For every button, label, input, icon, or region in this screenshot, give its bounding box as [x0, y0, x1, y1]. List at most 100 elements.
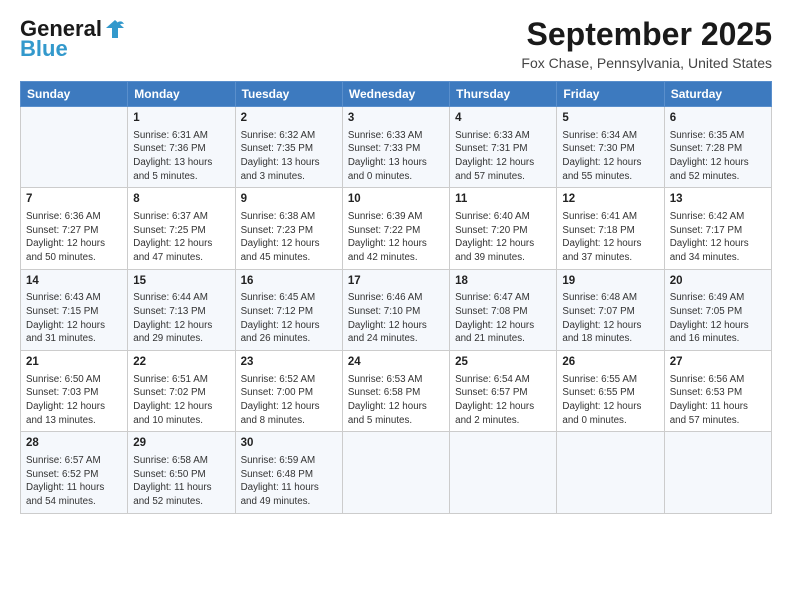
cell-content: Sunrise: 6:32 AM Sunset: 7:35 PM Dayligh… — [241, 129, 337, 184]
cell-content: Sunrise: 6:36 AM Sunset: 7:27 PM Dayligh… — [26, 210, 122, 265]
cell-content: Sunrise: 6:49 AM Sunset: 7:05 PM Dayligh… — [670, 291, 766, 346]
day-number: 7 — [26, 192, 122, 208]
calendar-cell: 4Sunrise: 6:33 AM Sunset: 7:31 PM Daylig… — [450, 107, 557, 188]
day-number: 25 — [455, 355, 551, 371]
calendar-cell: 14Sunrise: 6:43 AM Sunset: 7:15 PM Dayli… — [21, 269, 128, 350]
calendar-cell — [557, 432, 664, 513]
cell-content: Sunrise: 6:38 AM Sunset: 7:23 PM Dayligh… — [241, 210, 337, 265]
calendar-cell: 30 Sunrise: 6:59 AM Sunset: 6:48 PM Dayli… — [235, 432, 342, 513]
day-number: 19 — [562, 274, 658, 290]
calendar-cell: 20Sunrise: 6:49 AM Sunset: 7:05 PM Dayli… — [664, 269, 771, 350]
calendar-cell: 17Sunrise: 6:46 AM Sunset: 7:10 PM Dayli… — [342, 269, 449, 350]
cell-content: Sunrise: 6:52 AM Sunset: 7:00 PM Dayligh… — [241, 373, 337, 428]
calendar-cell — [342, 432, 449, 513]
day-number: 8 — [133, 192, 229, 208]
calendar-table: SundayMondayTuesdayWednesdayThursdayFrid… — [20, 81, 772, 514]
calendar-cell: 21Sunrise: 6:50 AM Sunset: 7:03 PM Dayli… — [21, 350, 128, 431]
calendar-cell: 10 Sunrise: 6:39 AM Sunset: 7:22 PM Dayli… — [342, 188, 449, 269]
calendar-cell: 25Sunrise: 6:54 AM Sunset: 6:57 PM Dayli… — [450, 350, 557, 431]
month-title: September 2025 — [521, 16, 772, 53]
calendar-cell: 5 Sunrise: 6:34 AM Sunset: 7:30 PM Daylig… — [557, 107, 664, 188]
cell-content: Sunrise: 6:31 AM Sunset: 7:36 PM Dayligh… — [133, 129, 229, 184]
cell-content: Sunrise: 6:42 AM Sunset: 7:17 PM Dayligh… — [670, 210, 766, 265]
cell-content: Sunrise: 6:34 AM Sunset: 7:30 PM Dayligh… — [562, 129, 658, 184]
calendar-cell: 12Sunrise: 6:41 AM Sunset: 7:18 PM Dayli… — [557, 188, 664, 269]
day-number: 20 — [670, 274, 766, 290]
calendar-cell: 8 Sunrise: 6:37 AM Sunset: 7:25 PM Daylig… — [128, 188, 235, 269]
day-number: 14 — [26, 274, 122, 290]
header-sunday: Sunday — [21, 82, 128, 107]
day-number: 5 — [562, 111, 658, 127]
cell-content: Sunrise: 6:53 AM Sunset: 6:58 PM Dayligh… — [348, 373, 444, 428]
day-number: 27 — [670, 355, 766, 371]
day-number: 28 — [26, 436, 122, 452]
day-number: 16 — [241, 274, 337, 290]
day-number: 30 — [241, 436, 337, 452]
cell-content: Sunrise: 6:47 AM Sunset: 7:08 PM Dayligh… — [455, 291, 551, 346]
calendar-cell: 13 Sunrise: 6:42 AM Sunset: 7:17 PM Dayli… — [664, 188, 771, 269]
header-tuesday: Tuesday — [235, 82, 342, 107]
calendar-cell: 26 Sunrise: 6:55 AM Sunset: 6:55 PM Dayli… — [557, 350, 664, 431]
day-number: 23 — [241, 355, 337, 371]
day-number: 15 — [133, 274, 229, 290]
cell-content: Sunrise: 6:46 AM Sunset: 7:10 PM Dayligh… — [348, 291, 444, 346]
page-header: General Blue September 2025 Fox Chase, P… — [20, 16, 772, 71]
day-number: 10 — [348, 192, 444, 208]
calendar-cell: 9 Sunrise: 6:38 AM Sunset: 7:23 PM Daylig… — [235, 188, 342, 269]
calendar-cell: 7 Sunrise: 6:36 AM Sunset: 7:27 PM Daylig… — [21, 188, 128, 269]
day-number: 3 — [348, 111, 444, 127]
cell-content: Sunrise: 6:58 AM Sunset: 6:50 PM Dayligh… — [133, 454, 229, 509]
day-number: 13 — [670, 192, 766, 208]
cell-content: Sunrise: 6:41 AM Sunset: 7:18 PM Dayligh… — [562, 210, 658, 265]
cell-content: Sunrise: 6:55 AM Sunset: 6:55 PM Dayligh… — [562, 373, 658, 428]
week-row-4: 21Sunrise: 6:50 AM Sunset: 7:03 PM Dayli… — [21, 350, 772, 431]
cell-content: Sunrise: 6:59 AM Sunset: 6:48 PM Dayligh… — [241, 454, 337, 509]
week-row-3: 14Sunrise: 6:43 AM Sunset: 7:15 PM Dayli… — [21, 269, 772, 350]
cell-content: Sunrise: 6:33 AM Sunset: 7:33 PM Dayligh… — [348, 129, 444, 184]
calendar-cell: 1Sunrise: 6:31 AM Sunset: 7:36 PM Daylig… — [128, 107, 235, 188]
day-number: 21 — [26, 355, 122, 371]
location: Fox Chase, Pennsylvania, United States — [521, 55, 772, 71]
day-number: 2 — [241, 111, 337, 127]
day-number: 6 — [670, 111, 766, 127]
cell-content: Sunrise: 6:51 AM Sunset: 7:02 PM Dayligh… — [133, 373, 229, 428]
day-number: 17 — [348, 274, 444, 290]
calendar-cell — [664, 432, 771, 513]
day-number: 9 — [241, 192, 337, 208]
calendar-cell: 2 Sunrise: 6:32 AM Sunset: 7:35 PM Daylig… — [235, 107, 342, 188]
cell-content: Sunrise: 6:35 AM Sunset: 7:28 PM Dayligh… — [670, 129, 766, 184]
header-monday: Monday — [128, 82, 235, 107]
day-number: 26 — [562, 355, 658, 371]
day-number: 29 — [133, 436, 229, 452]
calendar-cell: 22Sunrise: 6:51 AM Sunset: 7:02 PM Dayli… — [128, 350, 235, 431]
cell-content: Sunrise: 6:43 AM Sunset: 7:15 PM Dayligh… — [26, 291, 122, 346]
logo: General Blue — [20, 16, 126, 62]
calendar-cell: 16Sunrise: 6:45 AM Sunset: 7:12 PM Dayli… — [235, 269, 342, 350]
calendar-cell: 28 Sunrise: 6:57 AM Sunset: 6:52 PM Dayli… — [21, 432, 128, 513]
day-number: 18 — [455, 274, 551, 290]
calendar-cell: 19Sunrise: 6:48 AM Sunset: 7:07 PM Dayli… — [557, 269, 664, 350]
calendar-cell: 11Sunrise: 6:40 AM Sunset: 7:20 PM Dayli… — [450, 188, 557, 269]
header-friday: Friday — [557, 82, 664, 107]
header-wednesday: Wednesday — [342, 82, 449, 107]
calendar-cell: 15Sunrise: 6:44 AM Sunset: 7:13 PM Dayli… — [128, 269, 235, 350]
calendar-cell: 6 Sunrise: 6:35 AM Sunset: 7:28 PM Daylig… — [664, 107, 771, 188]
cell-content: Sunrise: 6:48 AM Sunset: 7:07 PM Dayligh… — [562, 291, 658, 346]
calendar-cell: 18Sunrise: 6:47 AM Sunset: 7:08 PM Dayli… — [450, 269, 557, 350]
week-row-1: 1Sunrise: 6:31 AM Sunset: 7:36 PM Daylig… — [21, 107, 772, 188]
header-thursday: Thursday — [450, 82, 557, 107]
calendar-cell: 27 Sunrise: 6:56 AM Sunset: 6:53 PM Dayli… — [664, 350, 771, 431]
cell-content: Sunrise: 6:56 AM Sunset: 6:53 PM Dayligh… — [670, 373, 766, 428]
week-row-2: 7 Sunrise: 6:36 AM Sunset: 7:27 PM Daylig… — [21, 188, 772, 269]
calendar-cell: 3 Sunrise: 6:33 AM Sunset: 7:33 PM Daylig… — [342, 107, 449, 188]
cell-content: Sunrise: 6:37 AM Sunset: 7:25 PM Dayligh… — [133, 210, 229, 265]
day-number: 4 — [455, 111, 551, 127]
header-row: SundayMondayTuesdayWednesdayThursdayFrid… — [21, 82, 772, 107]
calendar-cell — [450, 432, 557, 513]
title-block: September 2025 Fox Chase, Pennsylvania, … — [521, 16, 772, 71]
cell-content: Sunrise: 6:57 AM Sunset: 6:52 PM Dayligh… — [26, 454, 122, 509]
cell-content: Sunrise: 6:40 AM Sunset: 7:20 PM Dayligh… — [455, 210, 551, 265]
cell-content: Sunrise: 6:39 AM Sunset: 7:22 PM Dayligh… — [348, 210, 444, 265]
logo-bird-icon — [104, 18, 126, 40]
week-row-5: 28 Sunrise: 6:57 AM Sunset: 6:52 PM Dayli… — [21, 432, 772, 513]
